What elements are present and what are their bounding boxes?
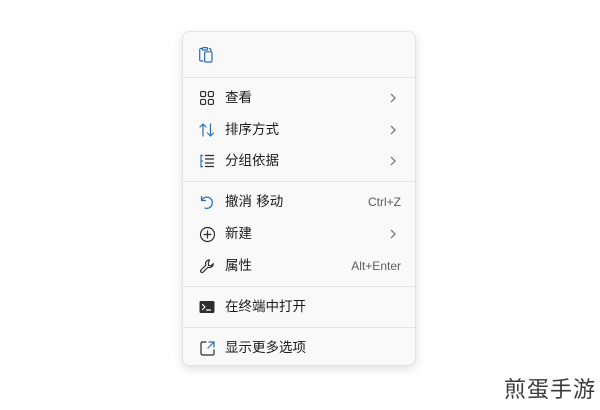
context-menu: 查看 排序方式 分组依据 撤消 移动 Ctrl+Z 新建 属性 Alt+Ente… <box>182 31 416 366</box>
wrench-icon <box>198 257 216 275</box>
menu-item-label: 新建 <box>225 226 252 242</box>
show-more-options-icon <box>198 339 216 357</box>
shortcut-label: Ctrl+Z <box>368 195 401 209</box>
menu-item-open-in-terminal[interactable]: 在终端中打开 <box>189 292 411 322</box>
group-list-icon <box>198 152 216 170</box>
undo-icon <box>198 193 216 211</box>
menu-item-properties[interactable]: 属性 Alt+Enter <box>189 251 411 281</box>
menu-item-label: 显示更多选项 <box>225 340 306 356</box>
sort-arrows-icon <box>198 121 216 139</box>
new-plus-circle-icon <box>198 225 216 243</box>
chevron-right-icon <box>390 93 396 103</box>
clipboard-paste-icon <box>197 46 215 64</box>
menu-item-label: 撤消 移动 <box>225 194 284 210</box>
chevron-right-icon <box>390 125 396 135</box>
menu-separator <box>183 181 415 182</box>
menu-separator <box>183 286 415 287</box>
shortcut-label: Alt+Enter <box>351 259 401 273</box>
menu-item-label: 在终端中打开 <box>225 299 306 315</box>
menu-item-view[interactable]: 查看 <box>189 83 411 113</box>
menu-item-label: 排序方式 <box>225 122 279 138</box>
chevron-right-icon <box>390 156 396 166</box>
grid-view-icon <box>198 89 216 107</box>
menu-item-sort-by[interactable]: 排序方式 <box>189 115 411 145</box>
menu-item-show-more-options[interactable]: 显示更多选项 <box>189 333 411 363</box>
chevron-right-icon <box>390 229 396 239</box>
menu-item-new[interactable]: 新建 <box>189 219 411 249</box>
terminal-icon <box>198 298 216 316</box>
paste-button[interactable] <box>193 42 219 68</box>
menu-item-label: 属性 <box>225 258 252 274</box>
menu-separator <box>183 327 415 328</box>
menu-item-label: 分组依据 <box>225 153 279 169</box>
watermark-logo-text: 煎蛋手游 <box>503 378 596 403</box>
menu-item-undo-move[interactable]: 撤消 移动 Ctrl+Z <box>189 187 411 217</box>
menu-item-group-by[interactable]: 分组依据 <box>189 146 411 176</box>
quick-actions-bar <box>183 32 415 77</box>
menu-item-label: 查看 <box>225 90 252 106</box>
menu-separator <box>183 77 415 78</box>
